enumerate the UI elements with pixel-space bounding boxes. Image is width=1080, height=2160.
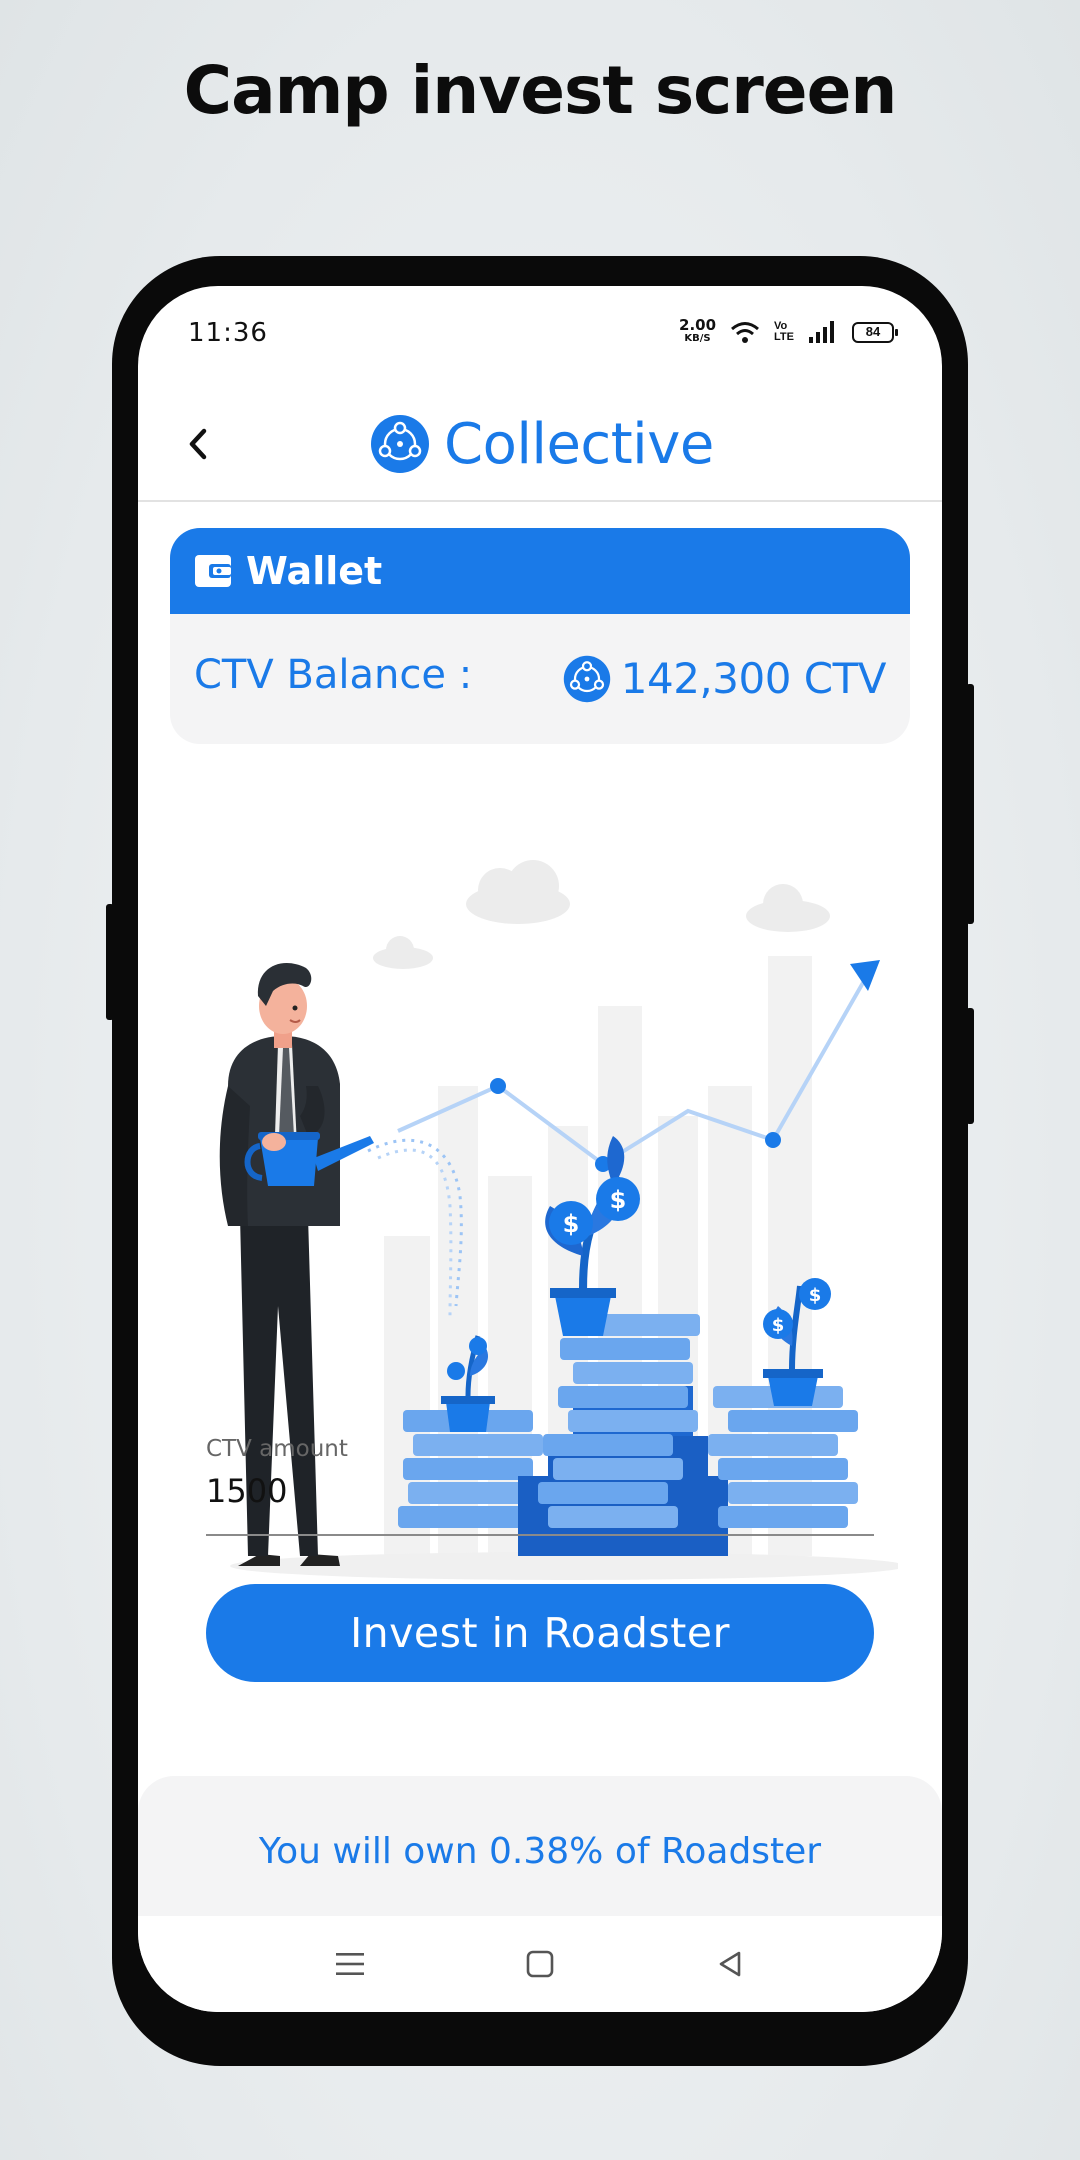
wifi-icon xyxy=(731,322,759,343)
wallet-icon xyxy=(195,555,231,587)
brand: Collective xyxy=(370,410,714,478)
back-button[interactable] xyxy=(178,424,218,464)
network-speed: 2.00 KB/S xyxy=(679,318,716,345)
volte-bottom: LTE xyxy=(774,331,794,343)
svg-text:$: $ xyxy=(563,1210,580,1238)
collective-logo-icon xyxy=(371,415,429,473)
side-button-left xyxy=(106,904,114,1020)
invest-button[interactable]: Invest in Roadster xyxy=(206,1584,874,1682)
svg-text:$: $ xyxy=(809,1285,822,1306)
page-heading: Camp invest screen xyxy=(183,52,898,129)
ctv-amount-label: CTV amount xyxy=(206,1436,348,1462)
phone-screen: 11:36 2.00 KB/S Vo LTE 84 Collective Wal… xyxy=(138,286,942,2012)
home-icon xyxy=(526,1950,554,1978)
nav-back-button[interactable] xyxy=(710,1944,750,1984)
svg-text:$: $ xyxy=(610,1186,627,1214)
back-triangle-icon xyxy=(719,1951,741,1977)
nav-home-button[interactable] xyxy=(520,1944,560,1984)
ownership-info: You will own 0.38% of Roadster xyxy=(138,1776,942,1926)
side-button-right-lower xyxy=(966,1008,974,1124)
wallet-card: Wallet CTV Balance : 142,300 CTV xyxy=(170,528,910,744)
balance-label: CTV Balance : xyxy=(194,652,473,698)
status-icons: 2.00 KB/S Vo LTE 84 xyxy=(679,316,898,348)
status-bar: 11:36 2.00 KB/S Vo LTE 84 xyxy=(138,286,942,376)
menu-icon xyxy=(336,1953,364,1975)
brand-name: Collective xyxy=(444,411,714,477)
svg-text:$: $ xyxy=(772,1315,785,1336)
system-nav-bar xyxy=(138,1916,942,2012)
app-header: Collective xyxy=(138,386,942,502)
status-time: 11:36 xyxy=(188,318,268,348)
network-speed-unit: KB/S xyxy=(684,333,711,344)
ctv-amount-input[interactable]: 1500 xyxy=(206,1472,874,1510)
back-icon xyxy=(189,428,207,460)
ctv-coin-icon xyxy=(563,655,610,702)
balance-value: 142,300 CTV xyxy=(620,654,887,703)
nav-menu-button[interactable] xyxy=(330,1944,370,1984)
volte-icon: Vo LTE xyxy=(774,321,794,343)
balance-row: CTV Balance : 142,300 CTV xyxy=(170,614,910,744)
side-button-right-upper xyxy=(966,684,974,924)
ctv-amount-field[interactable]: CTV amount 1500 xyxy=(206,1436,874,1536)
wallet-title: Wallet xyxy=(246,549,383,593)
signal-icon xyxy=(809,321,834,343)
wallet-header: Wallet xyxy=(170,528,910,614)
balance-value-wrap: 142,300 CTV xyxy=(563,654,887,703)
battery-icon: 84 xyxy=(852,321,898,343)
